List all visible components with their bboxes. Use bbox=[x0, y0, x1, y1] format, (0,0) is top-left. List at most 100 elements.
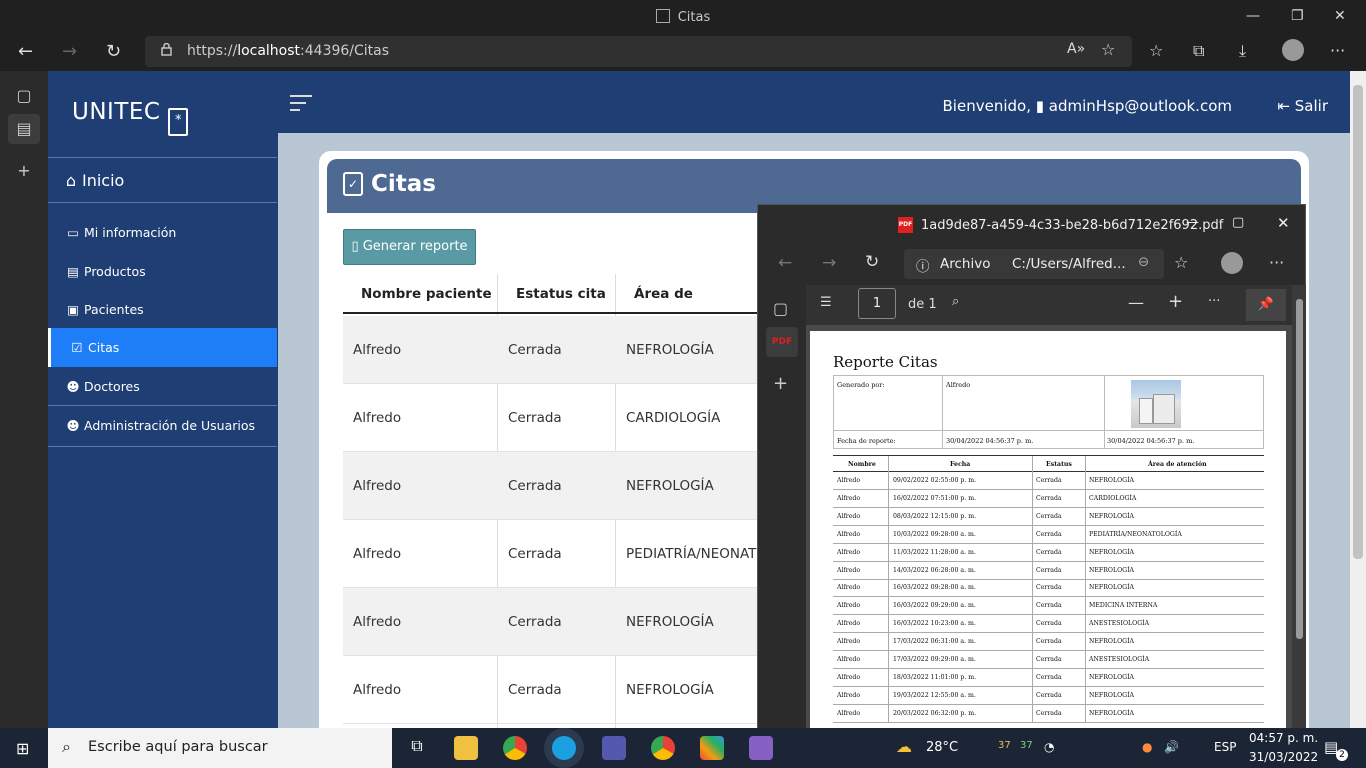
more-icon[interactable]: ··· bbox=[1208, 294, 1220, 309]
clock-date[interactable]: 31/03/2022 bbox=[1249, 750, 1318, 764]
report-cell: Alfredo bbox=[837, 566, 861, 574]
favorites-icon[interactable]: ☆ bbox=[1149, 41, 1163, 60]
address-bar[interactable]: https://localhost:44396/Citas A» ☆ bbox=[145, 36, 1132, 67]
window-title: Citas bbox=[677, 10, 711, 25]
tab-pdf[interactable]: PDF bbox=[766, 327, 798, 357]
tab-actions-icon[interactable]: ▢ bbox=[8, 81, 40, 111]
collections-icon[interactable]: ⧉ bbox=[1193, 41, 1204, 61]
nav-mi-informacion[interactable]: ▭ Mi información bbox=[48, 225, 277, 240]
visual-studio-icon[interactable] bbox=[749, 736, 773, 760]
column-header[interactable]: Estatus cita ⇅ bbox=[497, 274, 615, 341]
column-header[interactable]: Nombre paciente ↑▲ bbox=[343, 274, 497, 341]
tab-actions-icon[interactable]: ▢ bbox=[773, 299, 788, 318]
read-aloud-icon[interactable]: A» bbox=[1067, 41, 1085, 57]
add-favorite-icon[interactable]: ☆ bbox=[1174, 253, 1188, 272]
pin-icon[interactable]: 📌 bbox=[1246, 289, 1286, 321]
cell-status: Cerrada bbox=[508, 410, 562, 426]
profile-avatar[interactable] bbox=[1221, 252, 1243, 274]
weather-icon: ☁ bbox=[896, 737, 912, 756]
weather-temp: 28°C bbox=[926, 740, 959, 755]
edge-icon[interactable] bbox=[552, 736, 576, 760]
browser-title-bar: Citas — ❐ ✕ bbox=[0, 0, 1366, 33]
task-view-icon[interactable]: ⧉ bbox=[405, 736, 429, 760]
menu-toggle-icon[interactable] bbox=[290, 95, 312, 116]
close-icon[interactable]: ✕ bbox=[1334, 8, 1346, 24]
brand[interactable]: UNITEC * bbox=[72, 99, 189, 136]
report-info: Generado por: Alfredo Fecha de reporte: … bbox=[833, 375, 1264, 449]
minimize-icon[interactable]: — bbox=[1246, 8, 1260, 24]
volume-icon[interactable]: 🔊 bbox=[1164, 740, 1179, 754]
search-icon: ⌕ bbox=[62, 737, 71, 756]
app-tray-icon[interactable]: ● bbox=[1142, 740, 1152, 754]
archivo-label: Archivo bbox=[940, 256, 991, 272]
file-explorer-icon[interactable] bbox=[454, 736, 478, 760]
pdf-address-bar[interactable]: ⓘ Archivo C:/Users/Alfred... ⊖ bbox=[904, 249, 1164, 279]
pdf-scrollbar[interactable] bbox=[1292, 285, 1306, 729]
cell-name: Alfredo bbox=[353, 410, 402, 426]
windows-start-icon[interactable]: ⊞ bbox=[16, 739, 29, 758]
column-header[interactable]: Área de atención bbox=[615, 274, 763, 342]
profile-avatar[interactable] bbox=[1282, 39, 1304, 61]
divider bbox=[48, 405, 277, 406]
nav-doctores[interactable]: ☻ Doctores bbox=[48, 379, 277, 394]
add-favorite-icon[interactable]: ☆ bbox=[1101, 40, 1115, 59]
table-row[interactable]: Alfredo Cerrada NEFROLOGÍA bbox=[343, 452, 763, 520]
new-tab-icon[interactable]: + bbox=[773, 373, 788, 394]
network-icon[interactable]: ◔ bbox=[1044, 740, 1054, 754]
page-scrollbar[interactable] bbox=[1350, 71, 1366, 728]
cell-name: Alfredo bbox=[353, 478, 402, 494]
users-cog-icon: ☻ bbox=[66, 418, 80, 433]
search-placeholder: Escribe aquí para buscar bbox=[88, 739, 268, 755]
table-row[interactable]: Alfredo Cerrada NEFROLOGÍA bbox=[343, 656, 763, 724]
back-icon[interactable]: ← bbox=[18, 41, 33, 62]
table-row[interactable]: Alfredo Cerrada NEFROLOGÍA bbox=[343, 588, 763, 656]
zoom-out-icon[interactable]: — bbox=[1128, 293, 1144, 312]
table-row[interactable]: Alfredo Cerrada NEFROLOGÍA bbox=[343, 316, 763, 384]
teams-icon[interactable] bbox=[602, 736, 626, 760]
report-cell: Cerrada bbox=[1036, 494, 1062, 502]
refresh-icon[interactable]: ↻ bbox=[106, 41, 121, 62]
refresh-icon[interactable]: ↻ bbox=[865, 252, 879, 272]
restore-icon[interactable]: ❐ bbox=[1291, 8, 1304, 24]
cell-area: PEDIATRÍA/NEONATOLOGÍA bbox=[626, 546, 763, 562]
forward-icon[interactable]: → bbox=[62, 41, 77, 62]
close-icon[interactable]: ✕ bbox=[1277, 214, 1290, 232]
table-row[interactable]: Alfredo Cerrada CARDIOLOGÍA bbox=[343, 384, 763, 452]
zoom-in-icon[interactable]: + bbox=[1168, 291, 1183, 312]
chrome-icon[interactable] bbox=[503, 736, 527, 760]
report-cell: ANESTESIOLOGÍA bbox=[1089, 656, 1150, 663]
more-icon[interactable]: ··· bbox=[1330, 41, 1345, 60]
nav-productos[interactable]: ▤ Productos bbox=[48, 264, 277, 279]
logout-link[interactable]: ⇤ Salir bbox=[1277, 97, 1328, 115]
nav-inicio[interactable]: ⌂ Inicio bbox=[48, 171, 277, 191]
taskbar-search[interactable]: ⌕ Escribe aquí para buscar bbox=[48, 728, 392, 768]
report-grid-line bbox=[1085, 456, 1086, 723]
tab-citas[interactable]: ▤ bbox=[8, 114, 40, 144]
nav-admin-usuarios[interactable]: ☻ Administración de Usuarios bbox=[48, 418, 277, 433]
page-number-input[interactable]: 1 bbox=[858, 288, 896, 319]
pdf-icon: PDF bbox=[898, 217, 913, 233]
table-row[interactable]: Alfredo Cerrada PEDIATRÍA/NEONATOLOGÍA bbox=[343, 520, 763, 588]
downloads-icon[interactable]: ⤓ bbox=[1239, 41, 1246, 61]
clock-time[interactable]: 04:57 p. m. bbox=[1249, 731, 1318, 745]
nav-citas[interactable]: ☑ Citas bbox=[48, 328, 277, 367]
git-app-icon[interactable] bbox=[700, 736, 724, 760]
new-tab-icon[interactable]: + bbox=[8, 156, 40, 186]
report-cell: 10/03/2022 09:28:00 a. m. bbox=[893, 530, 976, 538]
contents-icon[interactable]: ☰ bbox=[820, 295, 832, 310]
language-indicator[interactable]: ESP bbox=[1214, 740, 1236, 754]
report-cell: NEFROLOGÍA bbox=[1089, 512, 1134, 520]
zoom-icon[interactable]: ⊖ bbox=[1138, 254, 1149, 270]
chrome-profile-icon[interactable] bbox=[651, 736, 675, 760]
back-icon[interactable]: ← bbox=[778, 253, 792, 273]
nav-pacientes[interactable]: ▣ Pacientes bbox=[48, 302, 277, 317]
generate-report-button[interactable]: ▯ Generar reporte bbox=[343, 229, 476, 265]
report-cell: Alfredo bbox=[837, 638, 861, 646]
forward-icon[interactable]: → bbox=[822, 253, 836, 273]
maximize-icon[interactable]: ▢ bbox=[1232, 215, 1244, 230]
report-cell: 16/03/2022 09:29:00 a. m. bbox=[893, 602, 976, 610]
more-icon[interactable]: ··· bbox=[1269, 253, 1284, 272]
report-grid-line bbox=[888, 456, 889, 723]
search-icon[interactable]: ⌕ bbox=[952, 294, 959, 309]
minimize-icon[interactable]: — bbox=[1186, 215, 1199, 230]
